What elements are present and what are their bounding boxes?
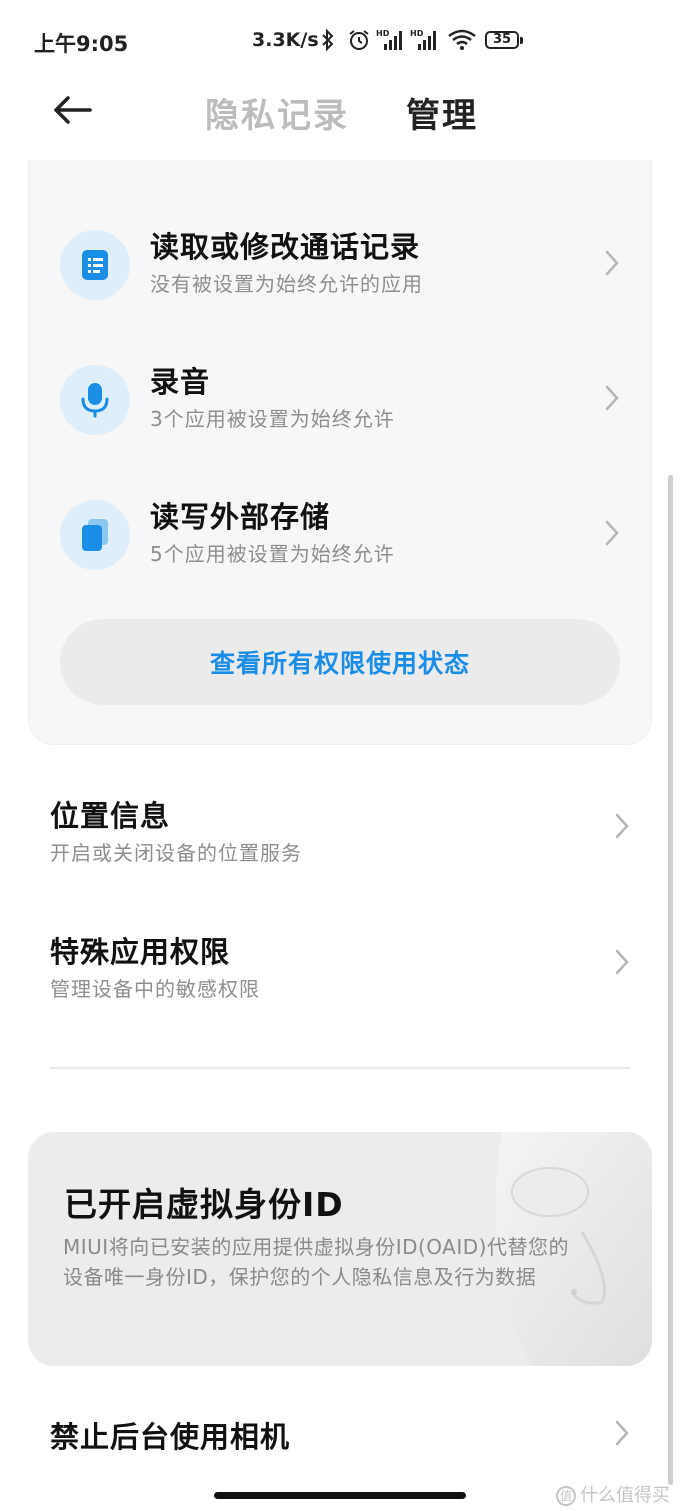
call-log-icon <box>60 230 130 300</box>
signal-hd-icon: HD <box>410 26 440 54</box>
row-title: 禁止后台使用相机 <box>50 1420 291 1454</box>
row-subtitle: 管理设备中的敏感权限 <box>50 977 260 1001</box>
chevron-right-icon <box>605 385 619 411</box>
wifi-icon <box>446 26 478 54</box>
chevron-right-icon <box>615 1420 629 1446</box>
watermark-logo: 值 <box>556 1486 576 1506</box>
permission-subtitle: 没有被设置为始终允许的应用 <box>150 272 423 296</box>
permission-subtitle: 5个应用被设置为始终允许 <box>150 542 395 566</box>
back-arrow-icon <box>54 96 92 124</box>
svg-text:HD: HD <box>376 29 390 38</box>
view-all-permissions-button[interactable]: 查看所有权限使用状态 <box>60 619 620 705</box>
status-time: 上午9:05 <box>34 32 129 56</box>
virtual-id-card[interactable]: 已开启虚拟身份ID MIUI将向已安装的应用提供虚拟身份ID(OAID)代替您的… <box>28 1132 652 1366</box>
chevron-right-icon <box>615 813 629 839</box>
microphone-icon <box>60 365 130 435</box>
network-speed: 3.3K/s <box>252 29 319 51</box>
bluetooth-icon <box>318 26 338 54</box>
permission-title: 录音 <box>150 365 211 399</box>
row-title: 特殊应用权限 <box>50 935 231 969</box>
watermark-text: 什么值得买 <box>580 1485 670 1506</box>
permission-item-storage[interactable]: 读写外部存储 5个应用被设置为始终允许 <box>60 494 640 574</box>
svg-text:HD: HD <box>410 29 424 38</box>
virtual-id-title: 已开启虚拟身份ID <box>64 1185 344 1224</box>
alarm-icon <box>346 26 372 54</box>
virtual-id-description: MIUI将向已安装的应用提供虚拟身份ID(OAID)代替您的设备唯一身份ID，保… <box>63 1235 569 1289</box>
scrollbar[interactable] <box>668 475 673 1485</box>
permission-item-record-audio[interactable]: 录音 3个应用被设置为始终允许 <box>60 359 640 439</box>
permission-title: 读写外部存储 <box>150 500 331 534</box>
chevron-right-icon <box>605 250 619 276</box>
permission-title: 读取或修改通话记录 <box>150 230 421 264</box>
row-title: 位置信息 <box>50 799 171 833</box>
row-subtitle: 开启或关闭设备的位置服务 <box>50 841 302 865</box>
tab-privacy-records[interactable]: 隐私记录 <box>205 88 349 137</box>
row-disable-background-camera[interactable]: 禁止后台使用相机 <box>50 1414 640 1494</box>
row-special-app-permissions[interactable]: 特殊应用权限 管理设备中的敏感权限 <box>50 929 640 1009</box>
permission-item-call-log[interactable]: 读取或修改通话记录 没有被设置为始终允许的应用 <box>60 224 640 304</box>
permission-subtitle: 3个应用被设置为始终允许 <box>150 407 395 431</box>
storage-icon <box>60 500 130 570</box>
row-location-info[interactable]: 位置信息 开启或关闭设备的位置服务 <box>50 793 640 873</box>
watermark: 值什么值得买 <box>556 1481 670 1507</box>
chevron-right-icon <box>605 520 619 546</box>
home-indicator[interactable] <box>214 1492 466 1499</box>
signal-hd-icon: HD <box>376 26 406 54</box>
tab-manage[interactable]: 管理 <box>406 88 478 137</box>
back-button[interactable] <box>50 88 98 132</box>
section-divider <box>50 1067 630 1069</box>
battery-icon: 35 <box>485 31 523 49</box>
chevron-right-icon <box>615 949 629 975</box>
